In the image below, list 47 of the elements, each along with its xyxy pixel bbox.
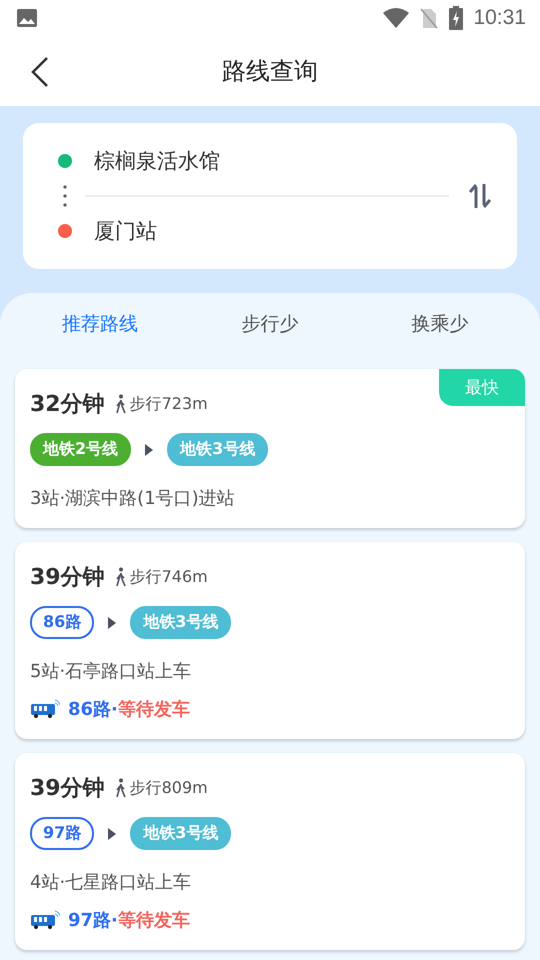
walking-person-icon xyxy=(114,394,126,414)
duration-text: 39分钟 xyxy=(30,564,105,592)
route-tab[interactable]: 换乘少 xyxy=(355,310,525,338)
subway-line-tag: 地铁3号线 xyxy=(130,817,232,850)
triangle-arrow-icon xyxy=(145,444,154,456)
station-info: 4站·七星路口站上车 xyxy=(30,871,192,894)
subway-line-tag: 地铁3号线 xyxy=(167,433,268,466)
page-title: 路线查询 xyxy=(222,56,318,87)
swap-icon[interactable] xyxy=(469,184,491,208)
walking-person-icon xyxy=(114,567,126,587)
no-sim-icon xyxy=(419,7,440,29)
station-info: 5站·石亭路口站上车 xyxy=(30,660,192,683)
destination-dot xyxy=(58,224,72,238)
duration-text: 39分钟 xyxy=(30,775,105,803)
bus-line-text: 97路· xyxy=(68,909,118,932)
route-card[interactable]: 39分钟 步行746m 86路 地铁3号线 5站·石亭路口站上车 86路·等待发车 xyxy=(15,542,525,739)
triangle-arrow-icon xyxy=(108,616,116,628)
subway-line-tag: 地铁2号线 xyxy=(30,433,132,466)
bus-icon xyxy=(30,699,60,719)
image-icon xyxy=(16,8,38,28)
destination-field[interactable]: 厦门站 xyxy=(94,217,157,245)
route-card[interactable]: 39分钟 步行809m 97路 地铁3号线 4站·七星路口站上车 97路·等待发车 xyxy=(15,753,525,950)
origin-field[interactable]: 棕榈泉活水馆 xyxy=(94,147,220,175)
duration-text: 32分钟 xyxy=(30,391,105,419)
subway-line-tag: 地铁3号线 xyxy=(130,606,232,639)
back-icon[interactable] xyxy=(30,57,50,87)
walk-distance: 步行723m xyxy=(130,394,208,414)
battery-icon xyxy=(449,6,464,30)
bus-status-text: 等待发车 xyxy=(118,698,190,721)
bus-icon xyxy=(30,910,60,930)
route-tab[interactable]: 步行少 xyxy=(185,310,355,338)
wifi-icon xyxy=(383,8,410,28)
station-info: 3站·湖滨中路(1号口)进站 xyxy=(30,487,236,510)
walking-person-icon xyxy=(114,778,126,798)
route-tab[interactable]: 推荐路线 xyxy=(15,310,185,338)
status-time: 10:31 xyxy=(473,6,526,30)
bus-line-tag: 97路 xyxy=(30,817,94,850)
bus-line-tag: 86路 xyxy=(30,606,94,639)
walk-distance: 步行809m xyxy=(130,778,208,798)
walk-distance: 步行746m xyxy=(130,566,208,588)
bus-status-text: 等待发车 xyxy=(118,909,190,932)
bus-line-text: 86路· xyxy=(68,698,118,721)
fastest-badge: 最快 xyxy=(439,369,525,406)
origin-dot xyxy=(58,154,72,168)
dots-icon xyxy=(63,185,67,207)
route-card[interactable]: 最快 32分钟 步行723m 地铁2号线 地铁3号线 3站·湖滨中路(1号口)进站 xyxy=(15,369,525,528)
triangle-arrow-icon xyxy=(108,828,116,840)
